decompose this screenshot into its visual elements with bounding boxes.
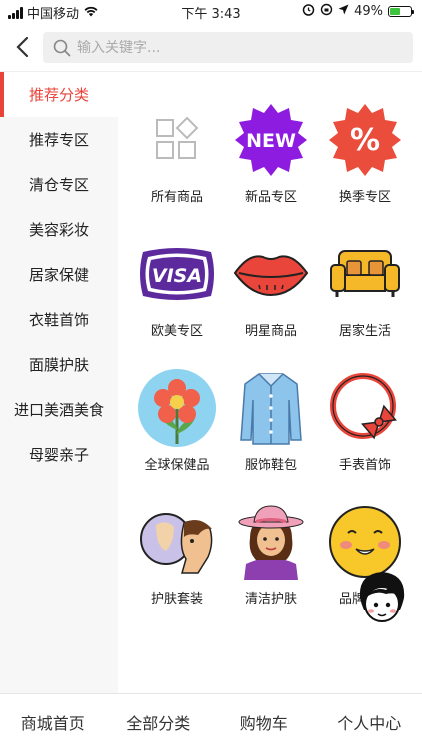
battery-icon bbox=[388, 6, 414, 17]
category-label: 换季专区 bbox=[338, 190, 391, 205]
sidebar-item-label: 进口美酒美食 bbox=[13, 401, 104, 419]
chevron-left-icon bbox=[16, 36, 29, 58]
back-button[interactable] bbox=[10, 34, 34, 60]
sidebar-item-clearance[interactable]: 清仓专区 bbox=[0, 162, 118, 207]
category-seasonal[interactable]: % 换季专区 bbox=[318, 100, 412, 234]
sidebar-item-label: 推荐分类 bbox=[28, 86, 89, 104]
location-icon bbox=[338, 4, 349, 19]
sidebar-item-label: 母婴亲子 bbox=[28, 446, 89, 464]
category-label: 清洁护肤 bbox=[244, 592, 297, 607]
search-input[interactable] bbox=[77, 39, 377, 56]
search-icon bbox=[53, 39, 71, 56]
sidebar-item-recommended-categories[interactable]: 推荐分类 bbox=[0, 72, 118, 117]
svg-text:VISA: VISA bbox=[152, 265, 202, 287]
category-new-arrivals[interactable]: NEW 新品专区 bbox=[224, 100, 318, 234]
mirror-face-icon bbox=[137, 502, 217, 582]
percent-badge-icon: % bbox=[325, 100, 405, 180]
sidebar-item-label: 美容彩妆 bbox=[28, 221, 89, 239]
sidebar-item-label: 衣鞋首饰 bbox=[28, 311, 89, 329]
tab-profile[interactable]: 个人中心 bbox=[317, 694, 422, 750]
tab-all-categories[interactable]: 全部分类 bbox=[106, 694, 212, 750]
sidebar-item-beauty[interactable]: 美容彩妆 bbox=[0, 207, 118, 252]
category-label: 全球保健品 bbox=[144, 458, 210, 473]
svg-text:NEW: NEW bbox=[246, 130, 296, 152]
category-grid: 所有商品 NEW 新品专区 % 换季专区 VISA 欧美专区 明星商品 居家生活 bbox=[118, 100, 422, 636]
category-label: 居家生活 bbox=[338, 324, 391, 339]
category-apparel-bags[interactable]: 服饰鞋包 bbox=[224, 368, 318, 502]
lock-rotation-icon bbox=[320, 3, 333, 20]
sidebar-item-apparel[interactable]: 衣鞋首饰 bbox=[0, 297, 118, 342]
category-skincare-sets[interactable]: 护肤套装 bbox=[130, 502, 224, 636]
floating-avatar-button[interactable] bbox=[356, 568, 408, 626]
bracelet-icon bbox=[325, 368, 405, 448]
category-sidebar: 推荐分类 推荐专区 清仓专区 美容彩妆 居家保健 衣鞋首饰 面膜护肤 进口美酒美… bbox=[0, 72, 118, 693]
tab-home[interactable]: 商城首页 bbox=[0, 694, 106, 750]
tab-cart[interactable]: 购物车 bbox=[211, 694, 317, 750]
sidebar-item-label: 居家保健 bbox=[28, 266, 89, 284]
lips-icon bbox=[231, 234, 311, 314]
sidebar-item-recommended-zone[interactable]: 推荐专区 bbox=[0, 117, 118, 162]
sidebar-item-skincare[interactable]: 面膜护肤 bbox=[0, 342, 118, 387]
shirt-icon bbox=[231, 368, 311, 448]
visa-card-icon: VISA bbox=[137, 234, 217, 314]
category-label: 所有商品 bbox=[150, 190, 203, 205]
category-label: 护肤套装 bbox=[150, 592, 203, 607]
category-home-living[interactable]: 居家生活 bbox=[318, 234, 412, 368]
category-label: 新品专区 bbox=[244, 190, 297, 205]
new-badge-icon: NEW bbox=[231, 100, 311, 180]
category-label: 欧美专区 bbox=[150, 324, 203, 339]
flower-icon bbox=[137, 368, 217, 448]
search-header bbox=[0, 22, 422, 72]
category-cleansing[interactable]: 清洁护肤 bbox=[224, 502, 318, 636]
cartoon-avatar-icon bbox=[359, 572, 405, 622]
category-label: 明星商品 bbox=[244, 324, 297, 339]
category-star-products[interactable]: 明星商品 bbox=[224, 234, 318, 368]
category-watches-jewelry[interactable]: 手表首饰 bbox=[318, 368, 412, 502]
category-all-products[interactable]: 所有商品 bbox=[130, 100, 224, 234]
grid-icon bbox=[137, 100, 217, 180]
category-label: 手表首饰 bbox=[338, 458, 391, 473]
sidebar-item-label: 推荐专区 bbox=[28, 131, 89, 149]
category-label: 服饰鞋包 bbox=[244, 458, 297, 473]
bottom-tab-bar: 商城首页 全部分类 购物车 个人中心 bbox=[0, 693, 422, 750]
sidebar-item-baby[interactable]: 母婴亲子 bbox=[0, 432, 118, 477]
sofa-icon bbox=[325, 234, 405, 314]
sidebar-item-label: 面膜护肤 bbox=[28, 356, 89, 374]
svg-text:%: % bbox=[350, 123, 380, 158]
sidebar-item-imported-food[interactable]: 进口美酒美食 bbox=[0, 387, 118, 432]
category-euro-american[interactable]: VISA 欧美专区 bbox=[130, 234, 224, 368]
alarm-icon bbox=[302, 3, 315, 20]
woman-hat-icon bbox=[231, 502, 311, 582]
sidebar-item-label: 清仓专区 bbox=[28, 176, 89, 194]
status-bar: 中国移动 下午 3:43 49% bbox=[0, 0, 422, 22]
status-right: 49% bbox=[302, 3, 414, 20]
sidebar-item-home-health[interactable]: 居家保健 bbox=[0, 252, 118, 297]
category-global-health[interactable]: 全球保健品 bbox=[130, 368, 224, 502]
battery-percent: 49% bbox=[354, 4, 383, 19]
search-bar[interactable] bbox=[43, 32, 413, 63]
